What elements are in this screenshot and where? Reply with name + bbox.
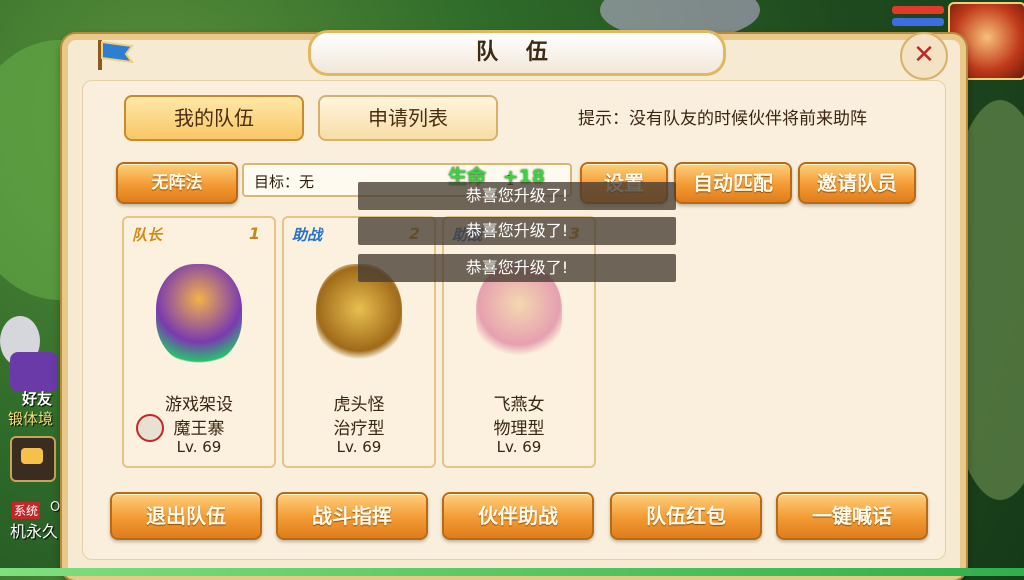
auto-match-button[interactable]: 自动匹配 bbox=[674, 162, 792, 204]
member-slot: 1 bbox=[248, 224, 260, 243]
member-card-1[interactable]: 队长 1 游戏架设 魔王寨 Lv. 69 bbox=[122, 216, 276, 468]
invite-button[interactable]: 邀请队员 bbox=[798, 162, 916, 204]
partner-assist-button[interactable]: 伙伴助战 bbox=[442, 492, 594, 540]
hint-text: 提示：没有队友的时候伙伴将前来助阵 bbox=[578, 109, 867, 129]
member-level: Lv. 69 bbox=[176, 438, 222, 456]
member-role: 队长 bbox=[132, 226, 163, 244]
panel-title: 队 伍 bbox=[308, 30, 726, 76]
friends-label[interactable]: 好友 bbox=[22, 388, 52, 409]
chat-message: 机永久 bbox=[10, 522, 59, 541]
member-name: 飞燕女 bbox=[493, 395, 545, 415]
member-sect: 魔王寨 bbox=[173, 419, 225, 439]
leave-team-button[interactable]: 退出队伍 bbox=[110, 492, 262, 540]
toast-message: 恭喜您升级了! bbox=[358, 217, 676, 245]
toast-message: 恭喜您升级了! bbox=[358, 254, 676, 282]
wizard-hat-icon[interactable] bbox=[10, 352, 58, 392]
realm-label: 锻体境 bbox=[8, 410, 54, 428]
chat-button[interactable] bbox=[10, 436, 56, 482]
character-figure bbox=[156, 264, 242, 364]
target-label: 目标：无 bbox=[254, 173, 315, 191]
formation-button[interactable]: 无阵法 bbox=[116, 162, 238, 204]
chat-icon bbox=[21, 448, 43, 464]
team-panel: 队 伍 ✕ 我的队伍 申请列表 提示：没有队友的时候伙伴将前来助阵 无阵法 目标… bbox=[62, 30, 966, 580]
member-role: 助战 bbox=[292, 226, 323, 244]
mp-bar bbox=[892, 18, 944, 26]
tab-my-team[interactable]: 我的队伍 bbox=[124, 95, 304, 141]
flag-icon bbox=[98, 40, 135, 70]
member-name: 虎头怪 bbox=[333, 395, 385, 415]
battle-command-button[interactable]: 战斗指挥 bbox=[276, 492, 428, 540]
member-type: 治疗型 bbox=[333, 419, 385, 439]
hp-bar bbox=[892, 6, 944, 14]
toast-message: 恭喜您升级了! bbox=[358, 182, 676, 210]
member-level: Lv. 69 bbox=[336, 438, 382, 456]
tab-application-list[interactable]: 申请列表 bbox=[318, 95, 498, 141]
member-level: Lv. 69 bbox=[496, 438, 542, 456]
experience-bar bbox=[0, 568, 1024, 576]
one-click-shout-button[interactable]: 一键喊话 bbox=[776, 492, 928, 540]
member-type: 物理型 bbox=[493, 419, 545, 439]
system-channel-tag: 系统 bbox=[12, 502, 41, 519]
close-button[interactable]: ✕ bbox=[900, 32, 948, 80]
team-red-packet-button[interactable]: 队伍红包 bbox=[610, 492, 762, 540]
member-name: 游戏架设 bbox=[165, 395, 233, 415]
